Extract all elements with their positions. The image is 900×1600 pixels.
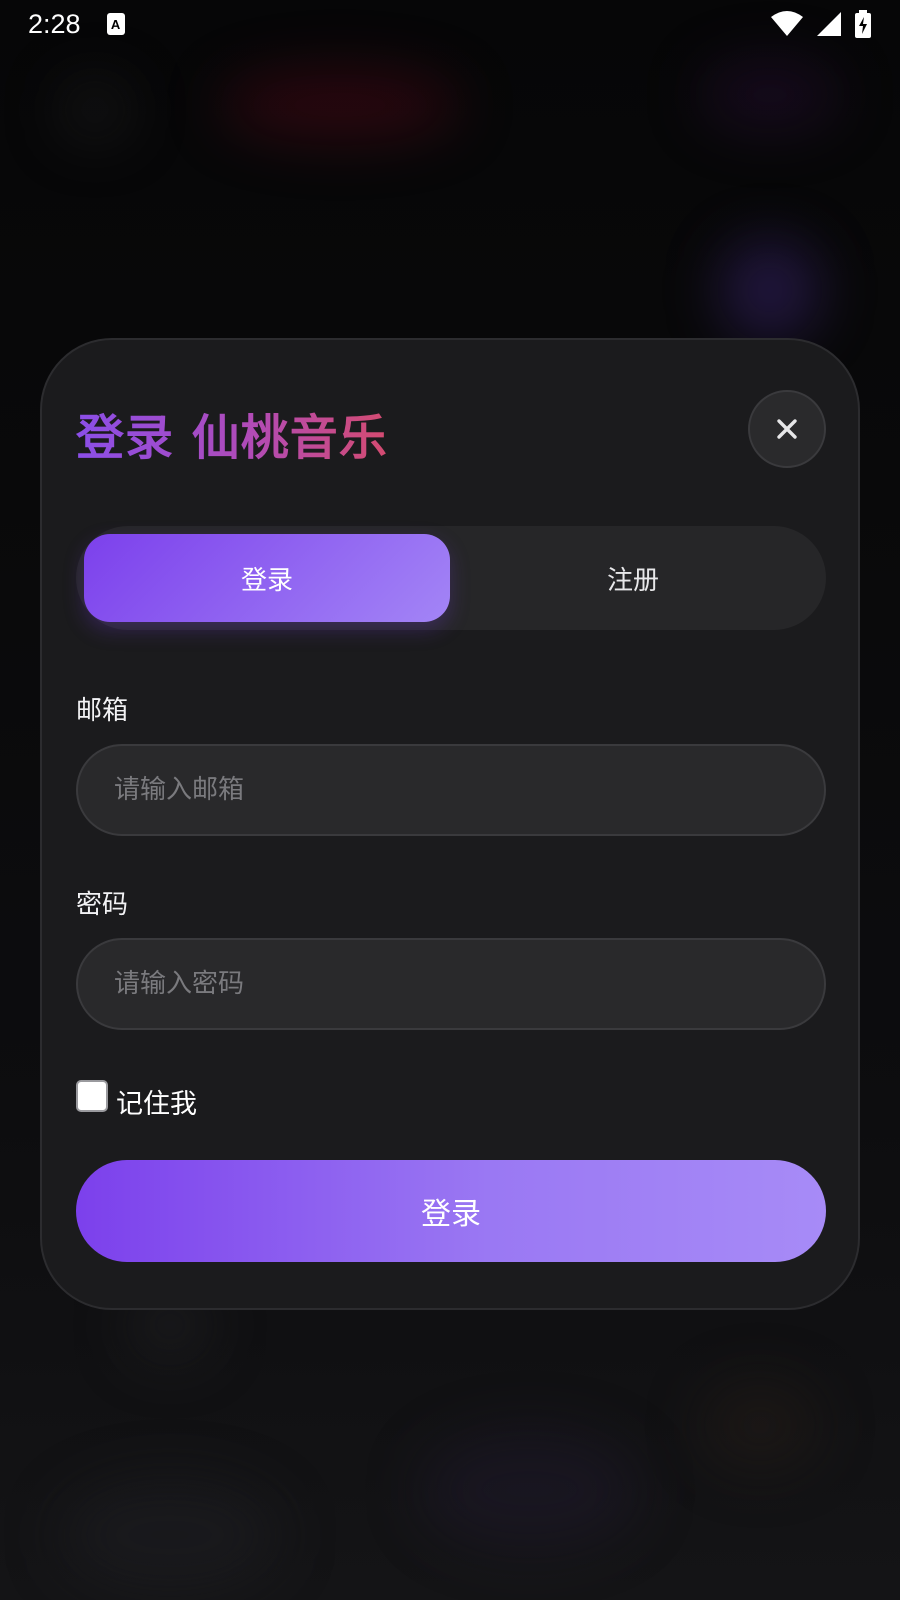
password-field[interactable] <box>76 938 826 1030</box>
dialog-title: 登录 仙桃音乐 <box>76 398 388 468</box>
tab-login[interactable]: 登录 <box>84 534 450 622</box>
close-icon <box>777 419 797 439</box>
status-time: 2:28 <box>28 8 81 39</box>
background-blur-shape <box>720 240 820 340</box>
email-label: 邮箱 <box>76 696 129 726</box>
wifi-icon <box>771 11 803 36</box>
auth-tabs: 登录 注册 <box>76 526 826 630</box>
signal-icon <box>817 12 841 36</box>
login-button[interactable]: 登录 <box>76 1160 826 1262</box>
close-button[interactable] <box>748 390 826 468</box>
background-blur-shape <box>60 1480 280 1590</box>
login-dialog: 登录 仙桃音乐 登录 注册 邮箱 密码 记住我 登录 <box>40 338 860 1310</box>
email-field[interactable] <box>76 744 826 836</box>
tab-register[interactable]: 注册 <box>450 534 816 622</box>
remember-me-label: 记住我 <box>116 1089 197 1120</box>
background-blur-shape <box>60 80 130 140</box>
background-blur-shape <box>420 1430 640 1550</box>
battery-charging-icon <box>855 10 871 38</box>
status-bar: 2:28 A <box>0 0 900 48</box>
background-blur-shape <box>700 1380 820 1470</box>
background-blur-shape <box>220 70 460 140</box>
a-icon: A <box>106 13 125 35</box>
status-icons <box>770 10 872 38</box>
background-blur-shape <box>700 60 840 130</box>
remember-me-checkbox[interactable] <box>76 1079 108 1112</box>
password-label: 密码 <box>76 890 129 920</box>
remember-me[interactable]: 记住我 <box>76 1076 197 1120</box>
